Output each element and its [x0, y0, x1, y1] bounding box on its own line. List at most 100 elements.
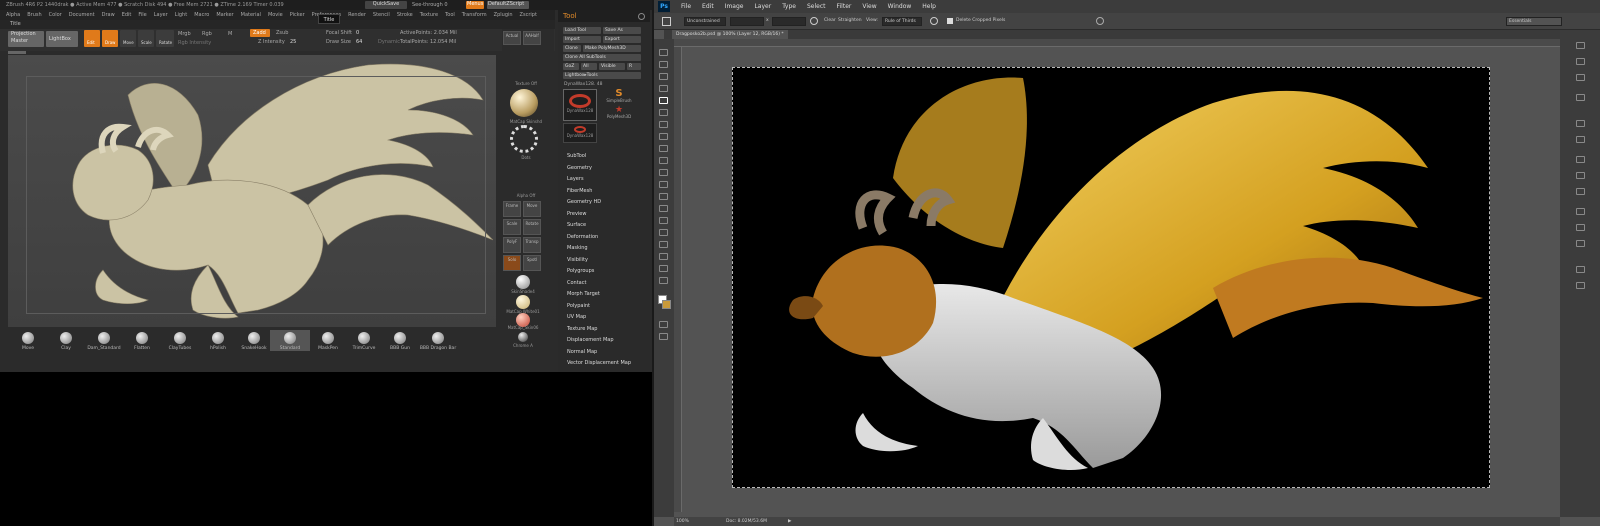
dynamic-toggle[interactable]: Dynamic	[378, 39, 400, 45]
zsub-button[interactable]: Zsub	[276, 30, 288, 36]
menu-material[interactable]: Material	[241, 10, 261, 20]
menu-brush[interactable]: Brush	[27, 10, 41, 20]
ps-menu-view[interactable]: View	[862, 3, 876, 10]
palette-dock-icon[interactable]	[638, 13, 645, 20]
export-button[interactable]: Export	[603, 36, 641, 43]
ps-menu-image[interactable]: Image	[725, 3, 744, 10]
ps-menu-layer[interactable]: Layer	[754, 3, 771, 10]
rotate-view-button[interactable]: Rotate	[523, 219, 541, 235]
swap-icon[interactable]	[810, 17, 818, 25]
load-tool-button[interactable]: Load Tool	[563, 27, 601, 34]
paragraph-panel-icon[interactable]	[1576, 136, 1585, 143]
make-polymesh-button[interactable]: Make PolyMesh3D	[583, 45, 641, 52]
solo-button[interactable]: Solo	[503, 255, 521, 271]
clone-stamp-tool-icon[interactable]	[659, 145, 668, 152]
skinshade-material-icon[interactable]	[516, 275, 530, 289]
section-deformation[interactable]: Deformation	[567, 234, 598, 240]
crop-width-input[interactable]	[730, 17, 764, 26]
section-subtool[interactable]: SubTool	[567, 153, 586, 159]
shape-tool-icon[interactable]	[659, 253, 668, 260]
rgb-button[interactable]: Rgb	[202, 31, 212, 37]
delete-cropped-checkbox[interactable]	[947, 18, 953, 24]
menus-toggle[interactable]: Menus	[466, 1, 484, 9]
crop-height-input[interactable]	[772, 17, 806, 26]
menu-zplugin[interactable]: Zplugin	[494, 10, 513, 20]
paths-panel-icon[interactable]	[1576, 240, 1585, 247]
brush-claytubes[interactable]: ClayTubes	[160, 330, 200, 351]
character-panel-icon[interactable]	[1576, 120, 1585, 127]
navigator-panel-icon[interactable]	[1576, 282, 1585, 289]
menu-light[interactable]: Light	[175, 10, 187, 20]
healing-tool-icon[interactable]	[659, 121, 668, 128]
goz-button[interactable]: GoZ	[563, 63, 579, 70]
tool-palette-header[interactable]: Tool	[558, 10, 650, 22]
painted-dragon-canvas[interactable]	[732, 67, 1490, 488]
scale-view-button[interactable]: Scale	[503, 219, 521, 235]
scale-button[interactable]: Scale	[138, 30, 154, 47]
tool-thumb-dynawax-small[interactable]: DynaWax128	[563, 123, 597, 143]
spotl-button[interactable]: Spotl	[523, 255, 541, 271]
matcap-sphere-icon[interactable]	[510, 89, 538, 117]
menu-movie[interactable]: Movie	[268, 10, 283, 20]
brush-clay[interactable]: Clay	[46, 330, 86, 351]
info-panel-icon[interactable]	[1576, 58, 1585, 65]
dodge-tool-icon[interactable]	[659, 205, 668, 212]
rotate-button[interactable]: Rotate	[156, 30, 174, 47]
ps-menu-type[interactable]: Type	[782, 3, 796, 10]
doc-size-readout[interactable]: Doc: 8.02M/53.6M	[726, 517, 767, 526]
menu-render[interactable]: Render	[348, 10, 366, 20]
frame-button[interactable]: Frame	[503, 201, 521, 217]
default-zscript-button[interactable]: DefaultZScript	[487, 1, 529, 9]
menu-document[interactable]: Document	[69, 10, 95, 20]
menu-zscript[interactable]: Zscript	[520, 10, 537, 20]
crop-tool-selected-icon[interactable]	[659, 97, 668, 104]
hand-tool-icon[interactable]	[659, 265, 668, 272]
dots-stroke-icon[interactable]	[510, 125, 538, 153]
eraser-tool-icon[interactable]	[659, 169, 668, 176]
ps-menu-select[interactable]: Select	[807, 3, 826, 10]
menu-alpha[interactable]: Alpha	[6, 10, 20, 20]
brush-trimcurve[interactable]: TrimCurve	[344, 330, 384, 351]
lightbox-tools-button[interactable]: Lightbox▸Tools	[563, 72, 641, 79]
section-polygroups[interactable]: Polygroups	[567, 268, 594, 274]
brush-standard[interactable]: Standard	[270, 330, 310, 351]
tool-thumb-dynawax[interactable]: DynaWax128	[563, 89, 597, 121]
brush-bbb-dragon-bar[interactable]: BBB Dragon Bar	[418, 330, 458, 351]
history-panel-icon[interactable]	[1576, 42, 1585, 49]
history-brush-tool-icon[interactable]	[659, 157, 668, 164]
zoom-level[interactable]: 100%	[676, 517, 689, 526]
rgb-intensity-slider[interactable]: Rgb Intensity	[178, 40, 211, 46]
document-tab[interactable]: Dragposko2b.psd @ 100% (Layer 12, RGB/16…	[672, 30, 788, 39]
visible-button[interactable]: Visible	[599, 63, 625, 70]
move-tool-icon[interactable]	[659, 49, 668, 56]
quicksave-button[interactable]: QuickSave	[365, 1, 407, 9]
properties-panel-icon[interactable]	[1576, 74, 1585, 81]
quick-mask-icon[interactable]	[659, 321, 668, 328]
section-masking[interactable]: Masking	[567, 245, 588, 251]
brush-presets-panel-icon[interactable]	[1576, 188, 1585, 195]
view-overlay-select[interactable]: Rule of Thirds	[882, 17, 922, 26]
menu-tool[interactable]: Tool	[445, 10, 455, 20]
crop-ratio-select[interactable]: Unconstrained	[684, 17, 726, 26]
section-preview[interactable]: Preview	[567, 211, 586, 217]
section-geometry-hd[interactable]: Geometry HD	[567, 199, 601, 205]
section-texture-map[interactable]: Texture Map	[567, 326, 597, 332]
draw-button[interactable]: Draw	[102, 30, 118, 47]
ps-menu-window[interactable]: Window	[888, 3, 912, 10]
shelf-grip[interactable]	[8, 51, 26, 54]
menu-transform[interactable]: Transform	[462, 10, 487, 20]
menu-draw[interactable]: Draw	[102, 10, 115, 20]
menu-macro[interactable]: Macro	[194, 10, 209, 20]
gradient-tool-icon[interactable]	[659, 181, 668, 188]
import-button[interactable]: Import	[563, 36, 601, 43]
background-color-swatch[interactable]	[662, 300, 671, 309]
ps-menu-help[interactable]: Help	[922, 3, 936, 10]
screen-mode-icon[interactable]	[659, 333, 668, 340]
menu-layer[interactable]: Layer	[154, 10, 168, 20]
section-fibermesh[interactable]: FiberMesh	[567, 188, 592, 194]
all-button[interactable]: All	[581, 63, 597, 70]
projection-master-button[interactable]: Projection Master	[8, 31, 44, 47]
gear-icon[interactable]	[930, 17, 938, 25]
section-visibility[interactable]: Visibility	[567, 257, 588, 263]
move-button[interactable]: Move	[120, 30, 136, 47]
